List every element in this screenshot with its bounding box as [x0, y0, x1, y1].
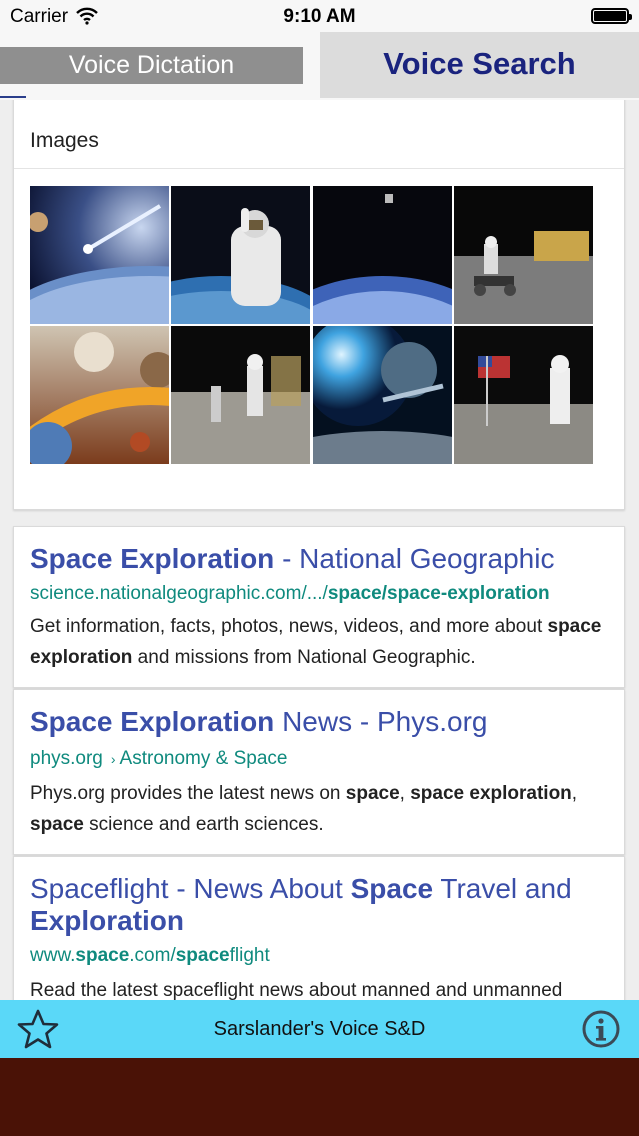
result-url: www.space.com/spaceflight: [30, 944, 270, 968]
search-result[interactable]: Space Exploration - National Geographic …: [13, 526, 625, 688]
battery-icon: [591, 8, 632, 24]
image-thumbnail[interactable]: [313, 326, 452, 464]
result-title-text: Spaceflight - News About: [30, 873, 351, 904]
image-thumbnail[interactable]: [171, 186, 310, 324]
tab-indicator: [0, 96, 26, 98]
clock: 9:10 AM: [283, 6, 356, 27]
bottom-toolbar: Sarslander's Voice S&D: [0, 1000, 639, 1058]
result-title-link[interactable]: Space Exploration - National Geographic: [30, 543, 554, 575]
tab-voice-dictation[interactable]: Voice Dictation: [0, 47, 303, 84]
divider: [14, 168, 624, 169]
image-thumbnail[interactable]: [30, 186, 169, 324]
result-url-text: www.: [30, 945, 76, 966]
result-snippet-text: Get information, facts, photos, news, vi…: [30, 616, 548, 637]
result-url-bold: space/space-exploration: [327, 583, 550, 604]
mode-tabs: Voice Dictation Voice Search: [0, 32, 639, 100]
image-thumbnail[interactable]: [454, 326, 593, 464]
result-url-text: flight: [229, 945, 270, 966]
result-url: phys.org › Astronomy & Space: [30, 747, 287, 771]
search-results-webview[interactable]: Images Space Exploration - National Geog…: [0, 100, 639, 1000]
result-title-link[interactable]: Spaceflight - News About Space Travel an…: [30, 873, 610, 937]
result-url-text: science.nationalgeographic.com/.../: [30, 583, 328, 604]
image-thumbnail[interactable]: [171, 326, 310, 464]
app-title: Sarslander's Voice S&D: [213, 1018, 426, 1040]
info-icon[interactable]: [581, 1009, 621, 1049]
result-snippet-text: and missions from National Geographic.: [132, 647, 476, 668]
result-snippet-text: science and earth sciences.: [83, 814, 324, 835]
result-url-bold: space: [175, 945, 230, 966]
result-snippet-bold: space: [345, 783, 400, 804]
result-title-text: News - Phys.org: [274, 706, 488, 737]
result-snippet-bold: space exploration: [410, 783, 572, 804]
result-title-bold: Space Exploration: [30, 706, 275, 737]
result-snippet: Read the latest spaceflight news about m…: [30, 980, 563, 1000]
result-title-bold: Space Exploration: [30, 543, 275, 574]
result-title-text: - National Geographic: [274, 543, 555, 574]
result-title-bold: Exploration: [30, 905, 185, 936]
result-snippet: Get information, facts, photos, news, vi…: [30, 611, 610, 673]
result-url-breadcrumb: Astronomy & Space: [119, 748, 288, 769]
result-url-text: .com/: [129, 945, 176, 966]
images-card: Images: [13, 100, 625, 510]
tab-voice-search[interactable]: Voice Search: [320, 32, 639, 98]
result-snippet-text: ,: [571, 783, 578, 804]
images-heading: Images: [30, 129, 99, 152]
image-thumbnail[interactable]: [313, 186, 452, 324]
result-snippet-text: ,: [399, 783, 411, 804]
search-result[interactable]: Space Exploration News - Phys.org phys.o…: [13, 689, 625, 855]
result-url-text: phys.org: [30, 748, 103, 769]
image-thumbnail[interactable]: [454, 186, 593, 324]
result-snippet-bold: space: [30, 814, 84, 835]
result-title-bold: Space: [350, 873, 434, 904]
result-title-link[interactable]: Space Exploration News - Phys.org: [30, 706, 487, 738]
search-result[interactable]: Spaceflight - News About Space Travel an…: [13, 856, 625, 1000]
image-grid: [30, 186, 593, 465]
image-thumbnail[interactable]: [30, 326, 169, 464]
result-snippet-text: Phys.org provides the latest news on: [30, 783, 346, 804]
status-bar: Carrier 9:10 AM: [0, 0, 639, 32]
result-snippet: Phys.org provides the latest news on spa…: [30, 778, 610, 840]
bottom-banner-area: [0, 1058, 639, 1136]
result-url: science.nationalgeographic.com/.../space…: [30, 582, 550, 606]
breadcrumb-separator-icon: ›: [110, 751, 116, 767]
result-url-bold: space: [75, 945, 130, 966]
result-title-text: Travel and: [433, 873, 572, 904]
